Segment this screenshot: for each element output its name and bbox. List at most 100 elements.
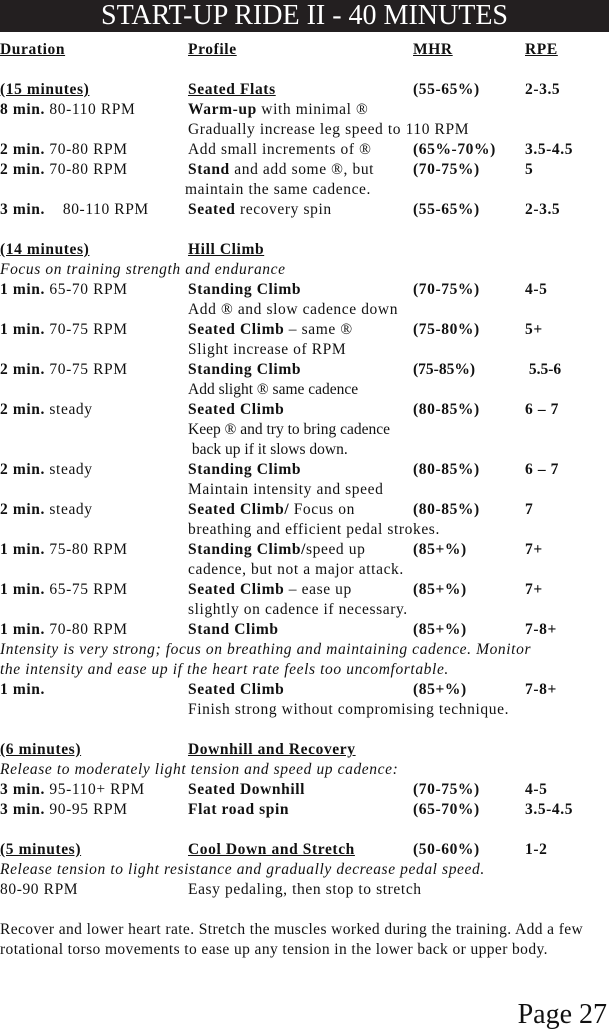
table-row: 80-90 RPM Easy pedaling, then stop to st… <box>0 880 609 900</box>
row-rpe: 3.5-4.5 <box>525 141 574 158</box>
row-mhr: (70-75%) <box>413 161 480 178</box>
header-profile: Profile <box>188 41 237 58</box>
row-profile: Add small increments of ® <box>188 141 372 158</box>
row-note-line: breathing and efficient pedal strokes. <box>0 520 609 540</box>
row-duration: 1 min. <box>0 581 45 598</box>
row-rpe: 5.5-6 <box>525 361 562 378</box>
row-duration: 1 min. <box>0 681 45 698</box>
row-mhr: (80-85%) <box>413 461 480 478</box>
row-rpe: 3.5-4.5 <box>525 801 574 818</box>
row-profile: Focus on <box>289 501 355 518</box>
section-outro: Intensity is very strong; focus on breat… <box>0 641 532 658</box>
section-heading: (15 minutes) Seated Flats (55-65%) 2-3.5 <box>0 80 609 100</box>
row-profile: speed up <box>305 541 366 558</box>
row-note-line: cadence, but not a major attack. <box>0 560 609 580</box>
section-profile: Seated Flats <box>188 81 276 98</box>
row-rpe: 7 <box>525 501 534 518</box>
row-cadence: 80-110 RPM <box>44 201 149 218</box>
row-note: Add ® and slow cadence down <box>188 301 399 318</box>
table-row: 3 min. 95-110+ RPM Seated Downhill (70-7… <box>0 780 609 800</box>
row-mhr: (65%-70%) <box>413 141 496 158</box>
table-row: 1 min. Seated Climb (85+%) 7-8+ <box>0 680 609 700</box>
table-row: 3 min. 80-110 RPM Seated recovery spin (… <box>0 200 609 220</box>
row-profile-bold: Seated Climb <box>188 321 285 338</box>
row-rpe: 5 <box>525 161 534 178</box>
row-note: back up if it slows down. <box>188 441 348 458</box>
row-cadence: 75-80 RPM <box>44 541 128 558</box>
table-row: 1 min. 75-80 RPM Standing Climb/speed up… <box>0 540 609 560</box>
row-rpe: 4-5 <box>525 781 548 798</box>
row-note-line: Gradually increase leg speed to 110 RPM <box>0 120 609 140</box>
row-note: Finish strong without compromising techn… <box>188 701 510 718</box>
row-rpe: 6 – 7 <box>525 461 559 478</box>
row-note: Maintain intensity and speed <box>188 481 384 498</box>
row-duration: 8 min. <box>0 101 45 118</box>
section-mhr: (55-65%) <box>413 81 480 98</box>
row-duration: 2 min. <box>0 141 45 158</box>
row-profile-bold: Standing Climb <box>188 281 302 298</box>
row-note-line: Finish strong without compromising techn… <box>0 700 609 720</box>
section-heading: (5 minutes) Cool Down and Stretch (50-60… <box>0 840 609 860</box>
column-headers: Duration Profile MHR RPE <box>0 40 609 60</box>
row-note-line: maintain the same cadence. <box>0 180 609 200</box>
row-profile-bold: Seated Climb/ <box>188 501 290 518</box>
row-note-line: Slight increase of RPM <box>0 340 609 360</box>
row-profile: recovery spin <box>235 201 332 218</box>
row-rpe: 7+ <box>525 541 543 558</box>
row-mhr: (85+%) <box>413 621 467 638</box>
section-rpe: 2-3.5 <box>525 81 561 98</box>
page-number: Page 27 <box>517 999 607 1030</box>
row-mhr: (75-80%) <box>413 321 480 338</box>
row-rpe: 7-8+ <box>525 681 557 698</box>
section-duration: (14 minutes) <box>0 241 90 258</box>
section-intro: Focus on training strength and endurance <box>0 261 286 278</box>
row-duration: 1 min. <box>0 541 45 558</box>
row-note: Slight increase of RPM <box>188 341 347 358</box>
row-cadence: 70-75 RPM <box>44 361 128 378</box>
row-note-line: Maintain intensity and speed <box>0 480 609 500</box>
row-cadence: 80-90 RPM <box>0 881 79 898</box>
row-note: breathing and efficient pedal strokes. <box>188 521 440 538</box>
closing-paragraph: Recover and lower heart rate. Stretch th… <box>0 921 584 958</box>
row-profile: – ease up <box>284 581 352 598</box>
table-row: 2 min. 70-80 RPM Stand and add some ®, b… <box>0 160 609 180</box>
row-note: slightly on cadence if necessary. <box>188 601 408 618</box>
row-profile: Easy pedaling, then stop to stretch <box>188 881 422 898</box>
row-profile-bold: Standing Climb <box>188 361 302 378</box>
row-profile-bold: Warm-up <box>188 101 257 118</box>
row-profile: and add some ®, but <box>229 161 375 178</box>
row-mhr: (80-85%) <box>413 401 480 418</box>
table-row: 2 min. steady Seated Climb/ Focus on (80… <box>0 500 609 520</box>
row-duration: 2 min. <box>0 461 45 478</box>
section-duration: (6 minutes) <box>0 741 82 758</box>
row-rpe: 2-3.5 <box>525 201 561 218</box>
row-profile-bold: Standing Climb/ <box>188 541 306 558</box>
row-duration: 3 min. <box>0 201 45 218</box>
table-row: 2 min. steady Standing Climb (80-85%) 6 … <box>0 460 609 480</box>
section-intro: Release to moderately light tension and … <box>0 761 399 778</box>
row-cadence: steady <box>44 501 93 518</box>
table-row: 2 min. 70-80 RPM Add small increments of… <box>0 140 609 160</box>
row-cadence: 70-80 RPM <box>44 161 128 178</box>
row-profile-bold: Stand Climb <box>188 621 279 638</box>
section-intro-line: Release tension to light resistance and … <box>0 860 609 880</box>
row-duration: 3 min. <box>0 801 45 818</box>
section-duration: (15 minutes) <box>0 81 90 98</box>
section-outro: the intensity and ease up if the heart r… <box>0 661 449 678</box>
row-cadence: 90-95 RPM <box>44 801 128 818</box>
row-profile: with minimal ® <box>256 101 369 118</box>
row-cadence: 65-70 RPM <box>44 281 128 298</box>
row-profile-bold: Seated <box>188 201 236 218</box>
section-heading: (14 minutes) Hill Climb <box>0 240 609 260</box>
row-profile-bold: Seated Climb <box>188 681 285 698</box>
row-profile-bold: Seated Downhill <box>188 781 306 798</box>
table-row: 1 min. 65-70 RPM Standing Climb (70-75%)… <box>0 280 609 300</box>
row-duration: 2 min. <box>0 361 45 378</box>
row-mhr: (85+%) <box>413 681 467 698</box>
section-intro-line: Focus on training strength and endurance <box>0 260 609 280</box>
row-note-line: slightly on cadence if necessary. <box>0 600 609 620</box>
header-rpe: RPE <box>525 41 558 58</box>
section-heading: (6 minutes) Downhill and Recovery <box>0 740 609 760</box>
table-row: 8 min. 80-110 RPM Warm-up with minimal ® <box>0 100 609 120</box>
section-outro-line: the intensity and ease up if the heart r… <box>0 660 609 680</box>
